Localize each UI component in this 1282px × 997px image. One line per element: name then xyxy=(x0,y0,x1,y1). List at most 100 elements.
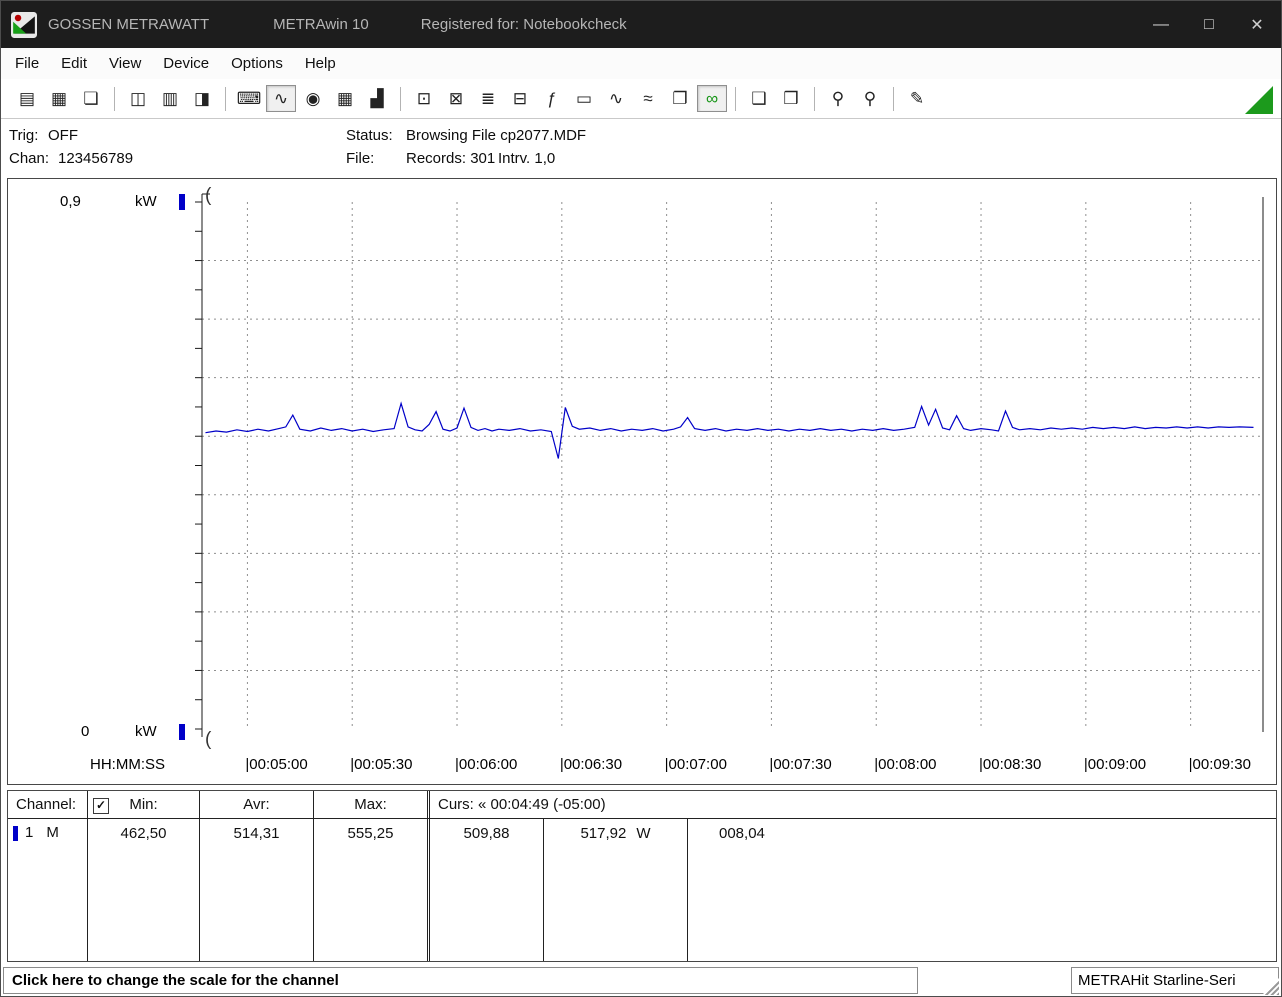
device-export-icon: ◨ xyxy=(193,89,211,108)
file-interval: Intrv. 1,0 xyxy=(498,150,556,167)
minimize-button[interactable]: — xyxy=(1137,1,1185,48)
view-bar-button[interactable]: ▟ xyxy=(362,85,392,112)
cursor2-value-cell: 517,92 W xyxy=(544,819,688,961)
print-preview-button[interactable]: ❑ xyxy=(744,85,774,112)
unit-label: W xyxy=(636,825,651,842)
view-numeric-icon: ⌨ xyxy=(236,89,262,108)
monitor-stop-button[interactable]: ⊠ xyxy=(441,85,471,112)
display-config-button[interactable]: ⊟ xyxy=(505,85,535,112)
display-config-icon: ⊟ xyxy=(512,89,528,108)
notes-button[interactable]: ✎ xyxy=(902,85,932,112)
envelope-button[interactable]: ≈ xyxy=(633,85,663,112)
toolbar-separator xyxy=(114,86,115,111)
title-brand: GOSSEN METRAWATT xyxy=(48,16,210,33)
zoom-reset-button[interactable]: ⚲ xyxy=(823,85,853,112)
title-registered: Registered for: Notebookcheck xyxy=(420,16,627,33)
print-icon: ❒ xyxy=(783,89,799,108)
file-open-button[interactable]: ❏ xyxy=(76,85,106,112)
y-axis-unit-bottom: kW xyxy=(135,723,157,740)
header-max: Max: xyxy=(314,791,430,818)
channel-color-marker-top xyxy=(179,194,185,210)
zoom-button[interactable]: ⚲ xyxy=(855,85,885,112)
trig-value: OFF xyxy=(48,127,78,144)
channel-setup-button[interactable]: ≣ xyxy=(473,85,503,112)
x-tick-label: |00:05:00 xyxy=(245,756,308,773)
monitor-start-button[interactable]: ⊡ xyxy=(409,85,439,112)
metrawin-window: GOSSEN METRAWATT METRAwin 10 Registered … xyxy=(0,0,1282,997)
device-read-button[interactable]: ◫ xyxy=(123,85,153,112)
y-axis-min-label[interactable]: 0 xyxy=(81,723,89,740)
channel-mode: M xyxy=(46,824,59,841)
print-preview-icon: ❑ xyxy=(751,89,767,108)
avr-value-cell: 514,31 xyxy=(200,819,314,961)
x-axis-format-label: HH:MM:SS xyxy=(90,756,165,773)
channel-table: Channel: ✓ Min: Avr: Max: Curs: « 00:04:… xyxy=(7,790,1277,962)
zoom-reset-icon: ⚲ xyxy=(831,89,845,108)
close-button[interactable]: ✕ xyxy=(1233,1,1281,48)
file-records: Records: 301 xyxy=(406,150,496,167)
signal-icon: ∿ xyxy=(608,89,624,108)
toolbar-separator xyxy=(893,86,894,111)
toolbar-separator xyxy=(735,86,736,111)
header-cursor[interactable]: Curs: « 00:04:49 (-05:00) xyxy=(430,791,688,818)
menu-device[interactable]: Device xyxy=(152,51,220,76)
live-view-button[interactable]: ∞ xyxy=(697,85,727,112)
notes-icon: ✎ xyxy=(909,89,925,108)
plot-area[interactable]: ( ( xyxy=(195,186,1264,749)
status-bar: Click here to change the scale for the c… xyxy=(1,965,1281,996)
menu-options[interactable]: Options xyxy=(220,51,294,76)
x-tick-label: |00:07:30 xyxy=(769,756,832,773)
zoom-icon: ⚲ xyxy=(863,89,877,108)
view-trend-button[interactable]: ∿ xyxy=(266,85,296,112)
view-table-button[interactable]: ▦ xyxy=(330,85,360,112)
toolbar-separator xyxy=(814,86,815,111)
toolbar-separator xyxy=(225,86,226,111)
header-min: ✓ Min: xyxy=(88,791,200,818)
header-spacer xyxy=(688,791,1276,818)
file-new-button[interactable]: ▤ xyxy=(12,85,42,112)
channel-id-cell[interactable]: 1M xyxy=(8,819,88,961)
view-trend-icon: ∿ xyxy=(273,89,289,108)
maximize-button[interactable]: □ xyxy=(1185,1,1233,48)
channel-visible-checkbox[interactable]: ✓ xyxy=(93,798,109,814)
file-label: File: xyxy=(346,150,375,167)
device-memory-button[interactable]: ▥ xyxy=(155,85,185,112)
menu-view[interactable]: View xyxy=(98,51,152,76)
x-tick-label: |00:09:00 xyxy=(1083,756,1147,773)
status-hint[interactable]: Click here to change the scale for the c… xyxy=(3,967,918,994)
monitor-start-icon: ⊡ xyxy=(416,89,432,108)
cursor1-value-cell: 509,88 xyxy=(430,819,544,961)
signal-button[interactable]: ∿ xyxy=(601,85,631,112)
device-export-button[interactable]: ◨ xyxy=(187,85,217,112)
min-value-cell: 462,50 xyxy=(88,819,200,961)
header-channel[interactable]: Channel: xyxy=(8,791,88,818)
formula-button[interactable]: ƒ xyxy=(537,85,567,112)
x-tick-label: |00:06:00 xyxy=(455,756,518,773)
view-numeric-button[interactable]: ⌨ xyxy=(234,85,264,112)
print-button[interactable]: ❒ xyxy=(776,85,806,112)
window-controls: — □ ✕ xyxy=(1137,1,1281,48)
app-icon xyxy=(11,11,37,38)
menu-bar: File Edit View Device Options Help xyxy=(1,48,1281,79)
chan-value: 123456789 xyxy=(58,150,134,167)
menu-file[interactable]: File xyxy=(4,51,50,76)
copy-channel-button[interactable]: ❐ xyxy=(665,85,695,112)
file-save-icon: ▦ xyxy=(50,89,68,108)
trig-label: Trig: xyxy=(9,127,39,144)
channel-setup-icon: ≣ xyxy=(480,89,496,108)
y-axis-unit-top: kW xyxy=(135,193,157,210)
file-new-icon: ▤ xyxy=(18,89,36,108)
view-analog-button[interactable]: ◉ xyxy=(298,85,328,112)
x-tick-label: |00:05:30 xyxy=(350,756,413,773)
cursor-bracket-bottom: ( xyxy=(205,729,212,750)
y-axis-max-label[interactable]: 0,9 xyxy=(60,193,81,210)
toolbar-separator xyxy=(400,86,401,111)
x-tick-labels: HH:MM:SS |00:05:00 |00:05:30 |00:06:00 |00:… xyxy=(8,755,1276,779)
menu-help[interactable]: Help xyxy=(294,51,347,76)
file-save-button[interactable]: ▦ xyxy=(44,85,74,112)
pc-transfer-button[interactable]: ▭ xyxy=(569,85,599,112)
channel-row[interactable]: 1M 462,50 514,31 555,25 509,88 517,92 W 0… xyxy=(8,819,1276,961)
menu-edit[interactable]: Edit xyxy=(50,51,98,76)
monitor-stop-icon: ⊠ xyxy=(448,89,464,108)
toolbar: ▤ ▦ ❏ ◫ ▥ ◨ ⌨ ∿ ◉ ▦ ▟ ⊡ ⊠ ≣ ⊟ ƒ ▭ ∿ ≈ ❐ ∞ ❑ ❒ ⚲ ⚲ ✎ xyxy=(1,79,1281,119)
